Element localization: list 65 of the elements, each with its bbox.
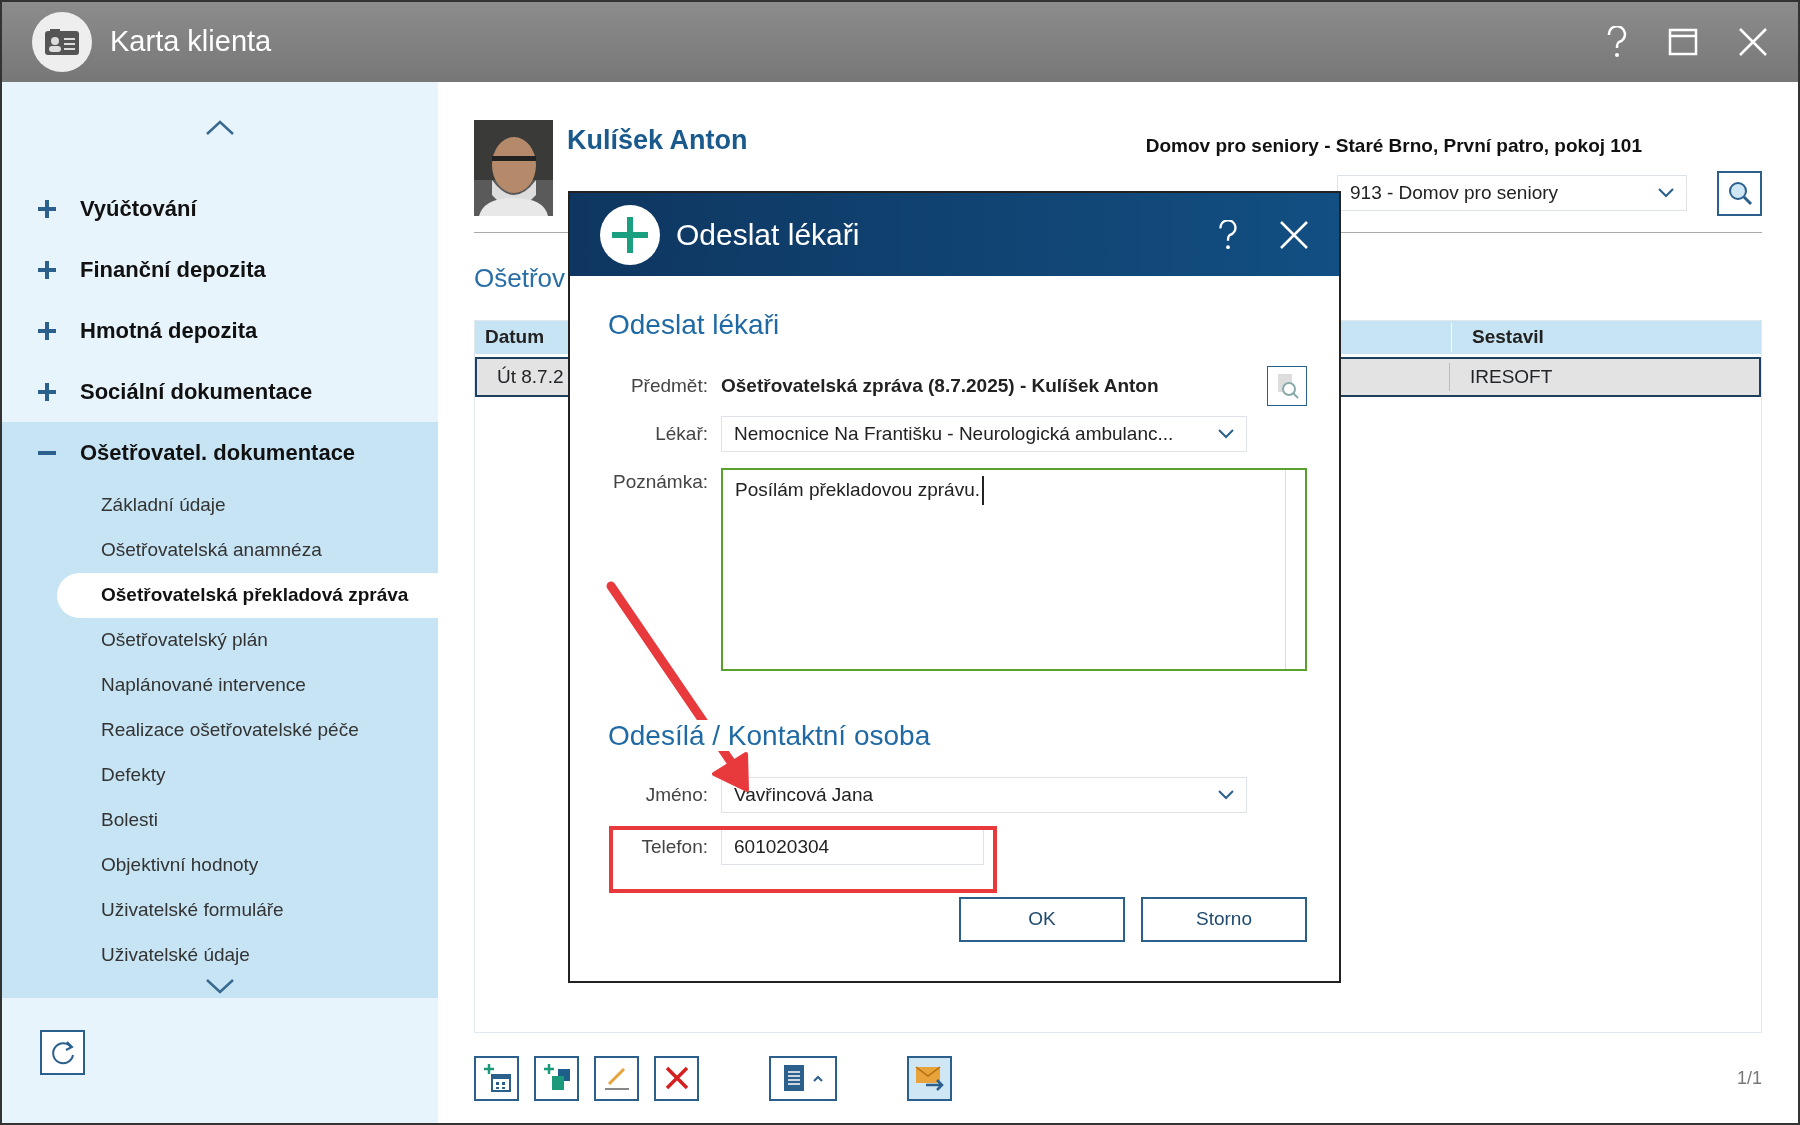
page-indicator: 1/1 [1736, 1066, 1762, 1090]
field-label: Předmět: [629, 373, 708, 398]
maximize-icon[interactable] [1668, 28, 1698, 56]
sidebar-subitem[interactable]: Ošetřovatelský plán [57, 618, 438, 663]
sidebar-item[interactable]: Sociální dokumentace [80, 375, 313, 408]
sidebar-subitem[interactable]: Bolesti [57, 798, 438, 843]
sidebar-subitem[interactable]: Realizace ošetřovatelské péče [57, 708, 438, 753]
client-name: Kulíšek Anton [567, 124, 748, 157]
search-button[interactable] [1717, 170, 1762, 216]
chevron-icon [1218, 790, 1234, 800]
close-icon[interactable] [1279, 219, 1309, 250]
phone-field[interactable]: 601020304 [721, 829, 984, 865]
document-menu-icon[interactable] [769, 1055, 837, 1101]
sidebar-subitem[interactable]: Základní údaje [57, 483, 438, 528]
table-cell: IRESOFT [1449, 362, 1759, 392]
sidebar-item[interactable]: Ošetřovatel. dokumentace [80, 436, 356, 469]
app-logo-icon [32, 12, 92, 72]
window-title: Karta klienta [110, 24, 272, 60]
expand-icon[interactable] [38, 382, 56, 401]
sidebar-subitem[interactable]: Uživatelské údaje [57, 933, 438, 978]
dialog-title: Odeslat lékaři [676, 217, 860, 253]
field-label: Poznámka: [611, 470, 708, 494]
note-field[interactable]: Posílám překladovou zprávu. [721, 468, 1307, 671]
expand-icon[interactable] [38, 321, 56, 340]
sidebar-subitem[interactable]: Uživatelské formuláře [57, 888, 438, 933]
send-mail-icon[interactable] [907, 1055, 952, 1101]
ok-button[interactable]: OK [959, 897, 1125, 942]
cancel-button[interactable]: Storno [1141, 897, 1307, 942]
section-heading: Odesílá / Kontaktní osoba [608, 720, 931, 751]
sidebar-subitem[interactable]: Objektivní hodnoty [57, 843, 438, 888]
field-label: Telefon: [640, 834, 708, 859]
expand-icon[interactable] [38, 199, 56, 218]
scroll-down-icon[interactable] [205, 978, 235, 994]
field-label: Jméno: [644, 782, 708, 807]
refresh-icon[interactable] [40, 1030, 85, 1075]
sidebar-subitem[interactable]: Ošetřovatelská překladová zpráva [57, 573, 438, 618]
close-icon[interactable] [1738, 27, 1768, 57]
delete-icon[interactable] [654, 1055, 699, 1101]
help-icon[interactable] [1217, 219, 1239, 250]
section-title: Ošetřov [474, 262, 567, 295]
chevron-icon [1658, 188, 1674, 198]
field-label: Lékař: [654, 421, 708, 446]
sidebar-item[interactable]: Finanční depozita [80, 253, 266, 286]
facility-select[interactable]: 913 - Domov pro seniory [1337, 175, 1687, 211]
edit-icon[interactable] [594, 1055, 639, 1101]
table-cell-text: Út 8.7.2 [496, 364, 565, 389]
preview-icon [1275, 373, 1299, 399]
search-icon [1726, 180, 1753, 206]
help-icon[interactable] [1606, 26, 1628, 58]
expand-icon[interactable] [38, 260, 56, 279]
sidebar-item[interactable]: Vyúčtování [80, 192, 197, 225]
column-header: Sestavil [1451, 323, 1761, 352]
sidebar-subitem[interactable]: Ošetřovatelská anamnéza [57, 528, 438, 573]
scroll-up-icon[interactable] [205, 120, 235, 136]
add-calendar-icon[interactable] [474, 1055, 519, 1101]
dropdown-field[interactable]: Nemocnice Na Františku - Neurologická ambulanc... [721, 416, 1247, 452]
subject-text: Ošetřovatelská zpráva (8.7.2025) - Kulíšek Anton [721, 373, 1159, 398]
sidebar-item[interactable]: Hmotná depozita [80, 314, 258, 347]
dropdown-field[interactable]: Vavřincová Jana [721, 777, 1247, 813]
client-location: Domov pro seniory - Staré Brno, První patro, pokoj 101 [1145, 134, 1642, 158]
chevron-icon [1218, 429, 1234, 439]
preview-button[interactable] [1267, 366, 1307, 406]
sidebar-subitem[interactable]: Naplánované intervence [57, 663, 438, 708]
add-copy-icon[interactable] [534, 1055, 579, 1101]
sidebar-subitem[interactable]: Defekty [57, 753, 438, 798]
